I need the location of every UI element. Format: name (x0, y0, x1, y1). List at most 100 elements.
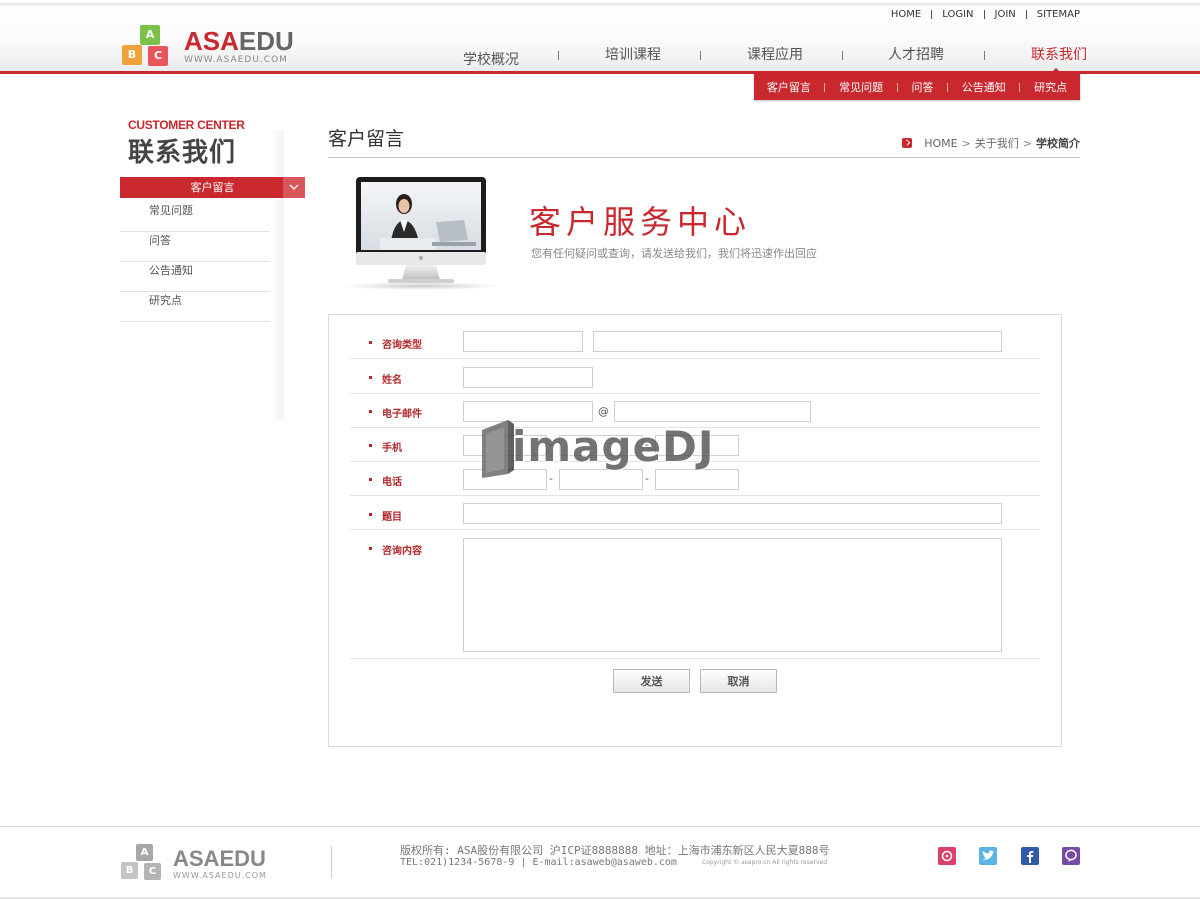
divider (984, 51, 985, 60)
bullet-icon (369, 478, 372, 481)
cube-a: A (140, 25, 160, 45)
cube-c: C (148, 46, 168, 66)
nav-contact-us[interactable]: 联系我们 (1031, 44, 1087, 64)
chevron-right-icon: > (961, 136, 971, 150)
label-content: 咨询内容 (382, 546, 422, 557)
weibo-icon[interactable] (938, 847, 956, 865)
breadcrumb: HOME > 关于我们 > 学校简介 (902, 135, 1080, 151)
bullet-icon (369, 444, 372, 447)
content-textarea[interactable] (463, 538, 1002, 652)
top-link-sitemap[interactable]: SITEMAP (1037, 9, 1080, 20)
site-logo[interactable]: A B C ASAEDU WWW.ASAEDU.COM (120, 22, 300, 70)
footer-logo-text: ASAEDU (173, 846, 266, 871)
cube-c: C (144, 863, 161, 880)
logo-text: ASAEDU (184, 26, 294, 56)
top-link-join[interactable]: JOIN (995, 9, 1016, 20)
nav-recruitment[interactable]: 人才招聘 (888, 44, 944, 64)
footer-logo[interactable]: A B C ASAEDU WWW.ASAEDU.COM (120, 843, 280, 883)
email-user-input[interactable] (463, 401, 593, 422)
sidebar-item-guestbook[interactable]: 客户留言 (120, 177, 305, 198)
bullet-icon (369, 376, 372, 379)
monitor-illustration-icon (341, 177, 501, 290)
subnav-faq[interactable]: 常见问题 (839, 79, 883, 95)
label-name: 姓名 (382, 375, 402, 386)
banner-title: 客户服务中心 (529, 203, 752, 241)
divider (331, 846, 332, 878)
facebook-icon[interactable] (1021, 847, 1039, 865)
label-phone: 电话 (382, 477, 402, 488)
label-type: 咨询类型 (382, 340, 422, 351)
sub-nav: 客户留言 常见问题 问答 公告通知 研究点 (754, 74, 1080, 100)
divider (983, 10, 985, 19)
subject-input[interactable] (463, 503, 1002, 524)
footer-contact-info: TEL:021)1234-5678-9 | E-mail:asaweb@asaw… (400, 857, 677, 868)
divider (0, 826, 1200, 827)
submit-button[interactable]: 发送 (613, 669, 690, 693)
nav-training-courses[interactable]: 培训课程 (605, 44, 661, 64)
sidebar-item-faq[interactable]: 常见问题 (120, 202, 270, 232)
divider (700, 51, 701, 60)
sidebar-title-cn: 联系我们 (128, 138, 237, 168)
footer-company-info: 版权所有: ASA股份有限公司 沪ICP证8888888 地址：上海市浦东新区人… (400, 844, 830, 857)
subnav-research[interactable]: 研究点 (1034, 79, 1067, 95)
subnav-guestbook[interactable]: 客户留言 (767, 79, 811, 95)
divider (931, 10, 933, 19)
chevron-down-icon (283, 177, 305, 198)
type-detail-input[interactable] (593, 331, 1002, 352)
breadcrumb-current: 学校简介 (1036, 137, 1080, 150)
top-link-home[interactable]: HOME (891, 9, 921, 20)
chevron-right-icon: > (1022, 136, 1032, 150)
label-subject: 题目 (382, 512, 402, 523)
banner-subtitle: 您有任何疑问或查询，请发送给我们，我们将迅速作出回应 (531, 247, 817, 260)
dash: - (549, 438, 553, 451)
bullet-icon (369, 547, 372, 550)
phone-part1-input[interactable] (463, 469, 547, 490)
main-nav: 学校概况 培训课程 课程应用 人才招聘 联系我们 (430, 44, 1120, 68)
label-mobile: 手机 (382, 443, 402, 454)
sidebar-item-notices[interactable]: 公告通知 (120, 262, 270, 292)
cube-a: A (136, 844, 153, 861)
top-links: HOME LOGIN JOIN SITEMAP (891, 9, 1080, 20)
bullet-icon (369, 513, 372, 516)
mobile-part3-input[interactable] (655, 435, 739, 456)
divider (1019, 82, 1021, 92)
cancel-button[interactable]: 取消 (700, 669, 777, 693)
bullet-icon (369, 410, 372, 413)
divider (1025, 10, 1027, 19)
page-title: 客户留言 (328, 128, 405, 150)
twitter-icon[interactable] (979, 847, 997, 865)
cube-b: B (121, 862, 138, 879)
phone-part2-input[interactable] (559, 469, 643, 490)
dash: - (645, 438, 649, 451)
logo-url: WWW.ASAEDU.COM (184, 55, 288, 65)
dash: - (645, 472, 649, 485)
divider (328, 157, 1080, 158)
subnav-qa[interactable]: 问答 (911, 79, 933, 95)
chat-bubble-icon[interactable] (1062, 847, 1080, 865)
top-link-login[interactable]: LOGIN (942, 9, 973, 20)
breadcrumb-about[interactable]: 关于我们 (975, 135, 1019, 151)
mobile-part2-input[interactable] (559, 435, 643, 456)
dash: - (549, 472, 553, 485)
sidebar-item-research[interactable]: 研究点 (120, 292, 270, 322)
footer-copyright: Copyright © asapro.cn All rights reserve… (702, 859, 828, 866)
sidebar-list: 常见问题 问答 公告通知 研究点 (120, 202, 270, 322)
nav-course-application[interactable]: 课程应用 (747, 44, 803, 64)
form-row-name: 姓名 (350, 359, 1040, 394)
nav-school-overview[interactable]: 学校概况 (463, 49, 519, 69)
subnav-notices[interactable]: 公告通知 (962, 79, 1006, 95)
phone-part3-input[interactable] (655, 469, 739, 490)
sidebar-title-en: CUSTOMER CENTER (128, 118, 245, 132)
sidebar-item-qa[interactable]: 问答 (120, 232, 270, 262)
footer-logo-url: WWW.ASAEDU.COM (173, 871, 267, 880)
cube-b: B (122, 45, 142, 65)
divider (896, 82, 898, 92)
label-email: 电子邮件 (382, 409, 422, 420)
type-select-input[interactable] (463, 331, 583, 352)
name-input[interactable] (463, 367, 593, 388)
divider (842, 51, 843, 60)
sidebar-item-label: 客户留言 (190, 181, 235, 194)
mobile-part1-input[interactable] (463, 435, 547, 456)
email-domain-input[interactable] (614, 401, 811, 422)
breadcrumb-home[interactable]: HOME (924, 137, 957, 150)
